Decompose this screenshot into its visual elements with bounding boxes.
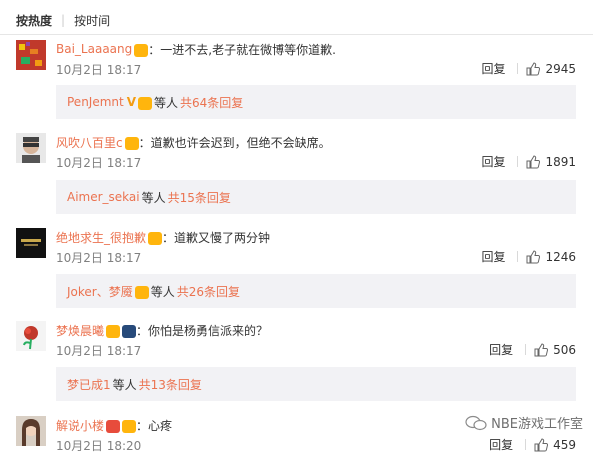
comment-text: ：你怕是杨勇信派来的？ (136, 323, 269, 338)
watermark-text: NBE游戏工作室 (491, 417, 583, 432)
username-link[interactable]: 梦焕晨曦 (56, 322, 104, 339)
username-link[interactable]: 风吹八百里c (56, 134, 123, 151)
reply-button[interactable]: 回复 (489, 436, 513, 453)
verified-v-icon (106, 419, 121, 433)
like-count: 506 (553, 342, 576, 357)
verified-v-icon: V (126, 95, 137, 109)
vip-badge-icon (124, 136, 139, 150)
reply-users[interactable]: PenJemnt (67, 95, 124, 109)
reply-button[interactable]: 回复 (481, 248, 505, 265)
avatar[interactable] (16, 133, 46, 163)
reply-others-text: 等人 (154, 95, 179, 110)
comment-text: ：一进不去,老子就在微博等你道歉. (148, 42, 336, 57)
username-link[interactable]: 解说小楼 (56, 417, 104, 434)
comment-text: ：心疼 (136, 418, 173, 433)
reply-others-text: 等人 (112, 377, 137, 392)
sort-bar: 按热度 | 按时间 (16, 11, 110, 29)
avatar[interactable] (16, 228, 46, 258)
reply-button[interactable]: 回复 (481, 153, 505, 170)
reply-users[interactable]: Joker、梦魇 (67, 283, 133, 300)
vip-badge-icon (106, 324, 121, 338)
avatar[interactable] (16, 321, 46, 351)
like-count: 1891 (545, 154, 576, 169)
reply-users[interactable]: Aimer_sekai (67, 190, 140, 204)
action-divider (525, 439, 527, 450)
like-count: 2945 (545, 61, 576, 76)
sort-by-hot[interactable]: 按热度 (16, 12, 52, 29)
divider (0, 34, 593, 35)
reply-button[interactable]: 回复 (489, 341, 513, 358)
reply-others-text: 等人 (141, 190, 166, 205)
reply-count-link[interactable]: 共15条回复 (168, 189, 231, 206)
like-count: 1246 (545, 249, 576, 264)
thumbs-up-icon[interactable] (534, 342, 549, 357)
like-count: 459 (553, 437, 576, 452)
reply-count-link[interactable]: 共26条回复 (177, 283, 240, 300)
sort-separator: | (61, 13, 66, 27)
username-link[interactable]: Bai_Laaaang (56, 42, 132, 56)
comment-text: ：道歉又慢了两分钟 (162, 230, 271, 245)
thumbs-up-icon[interactable] (526, 249, 541, 264)
reply-count-link[interactable]: 共64条回复 (180, 94, 243, 111)
fan-badge-icon (122, 324, 137, 338)
reply-count-link[interactable]: 共13条回复 (139, 376, 202, 393)
reply-summary[interactable]: 梦已成1 等人 共13条回复 (56, 367, 576, 401)
reply-users[interactable]: 梦已成1 (67, 376, 111, 393)
vip-badge-icon (134, 43, 149, 57)
watermark: NBE游戏工作室 (465, 413, 583, 432)
reply-summary[interactable]: Aimer_sekai 等人 共15条回复 (56, 180, 576, 214)
comment-time: 10月2日 18:17 (56, 63, 142, 77)
comment-time: 10月2日 18:17 (56, 344, 142, 358)
comment-time: 10月2日 18:17 (56, 251, 142, 265)
action-divider (517, 251, 519, 262)
action-divider (525, 344, 527, 355)
vip-badge-icon (134, 285, 149, 299)
wechat-icon (465, 415, 487, 430)
comment-text: ：道歉也许会迟到，但绝不会缺席。 (138, 135, 331, 150)
vip-badge-icon (148, 231, 163, 245)
comment-time: 10月2日 18:20 (56, 439, 142, 453)
action-divider (517, 63, 519, 74)
thumbs-up-icon[interactable] (534, 437, 549, 452)
reply-summary[interactable]: PenJemnt V 等人 共64条回复 (56, 85, 576, 119)
vip-badge-icon (138, 96, 153, 110)
action-divider (517, 156, 519, 167)
reply-button[interactable]: 回复 (481, 60, 505, 77)
thumbs-up-icon[interactable] (526, 61, 541, 76)
reply-summary[interactable]: Joker、梦魇 等人 共26条回复 (56, 274, 576, 308)
comment-time: 10月2日 18:17 (56, 156, 142, 170)
username-link[interactable]: 绝地求生_很抱歉 (56, 229, 146, 246)
avatar[interactable] (16, 40, 46, 70)
thumbs-up-icon[interactable] (526, 154, 541, 169)
vip-badge-icon (122, 419, 137, 433)
avatar[interactable] (16, 416, 46, 446)
reply-others-text: 等人 (150, 284, 175, 299)
sort-by-time[interactable]: 按时间 (74, 12, 110, 29)
